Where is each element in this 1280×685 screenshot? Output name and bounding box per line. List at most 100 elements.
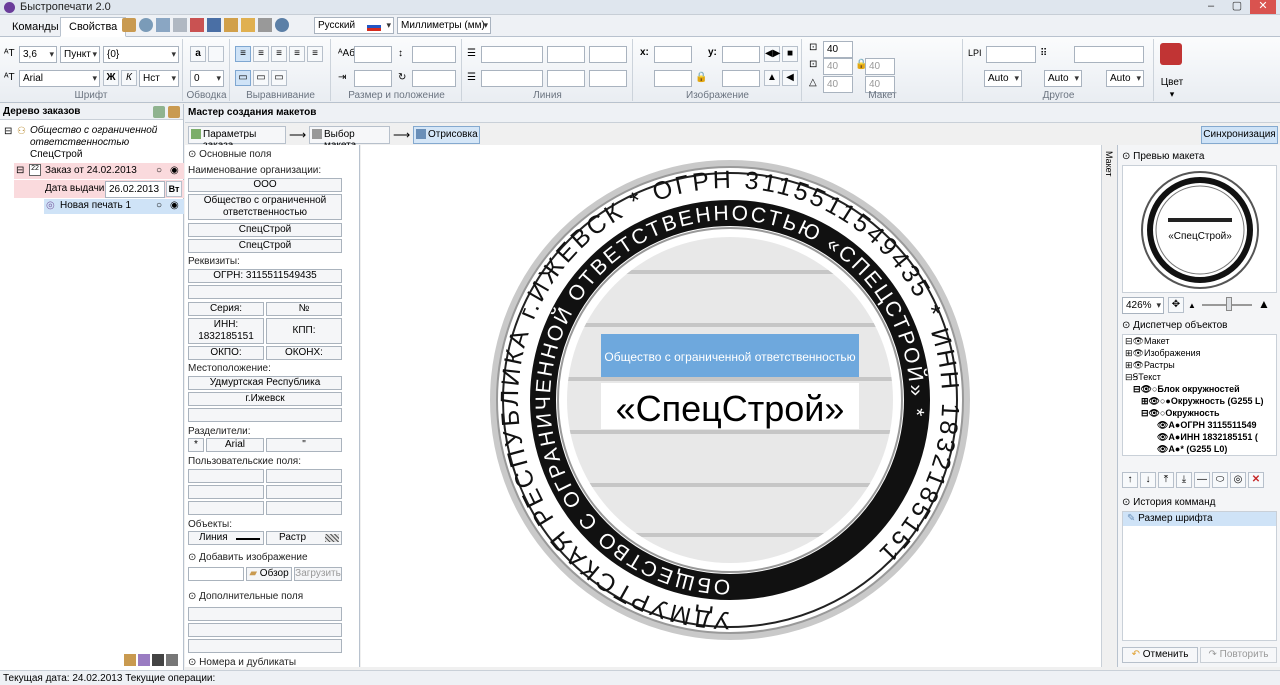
separator-font-field[interactable]: Arial [206,438,264,452]
tree-refresh-icon[interactable] [153,106,165,118]
tree-tool-tools-icon[interactable] [152,654,164,666]
person-icon[interactable] [224,18,238,32]
maximize-button[interactable]: ▢ [1224,0,1250,14]
auto-select-2[interactable]: Auto [1044,70,1082,87]
okpo-field[interactable]: ОКПО: [188,346,264,360]
stamp-center-small-text[interactable]: Общество с ограниченной ответственностью [604,350,855,364]
object-separator[interactable]: 👁A●* (G255 L0) [1157,444,1227,455]
line-style-input[interactable] [481,46,543,63]
stamp-radio-1[interactable]: ○ [156,200,162,211]
empty-req-field[interactable] [188,285,342,299]
object-circle-1[interactable]: ⊞👁○●Окружность (G255 L) [1141,396,1264,407]
zoom-slider-thumb[interactable] [1226,297,1232,311]
history-title[interactable]: ⊙ История комманд [1118,495,1280,510]
user-field-1[interactable] [188,469,264,483]
mail-icon[interactable] [173,18,187,32]
numbers-toggle[interactable]: ⊙ Номера и дубликаты [188,657,296,667]
number-field[interactable]: № [266,302,342,316]
extra-field-2[interactable] [188,623,342,637]
align-justify-button[interactable]: ≡ [289,46,305,62]
object-rasters[interactable]: ⊞👁Растры [1125,360,1175,371]
step-draw[interactable]: Отрисовка [413,126,480,144]
user-field-5[interactable] [188,501,264,515]
stamp-svg[interactable]: УДМУРТСКАЯ РЕСПУБЛИКА г.ИЖЕВСК * ОГРН 31… [361,145,1101,667]
delete-object-button[interactable]: ✕ [1248,472,1264,488]
order-expand-icon[interactable]: ⊟ [16,165,24,176]
name-field-2[interactable]: СпецСтрой [188,239,342,253]
object-layout[interactable]: ⊟👁Макет [1125,336,1169,347]
font-unit-select[interactable]: Пункт [60,46,100,63]
redo-button[interactable]: ↷ Повторить [1200,647,1277,663]
issue-date-input[interactable]: 26.02.2013 [105,181,165,198]
org-short-field[interactable]: ООО [188,178,342,192]
user-field-4[interactable] [266,485,342,499]
history-item[interactable]: ✎ Размер шрифта [1123,512,1276,526]
align-fill-button[interactable]: ≡ [307,46,323,62]
location-field-3[interactable] [188,408,342,422]
image-x-input[interactable] [654,46,692,63]
font-family-select[interactable]: Arial [19,70,100,87]
move-up-button[interactable]: ↑ [1122,472,1138,488]
minimize-button[interactable]: – [1198,0,1224,14]
delete-icon[interactable] [190,18,204,32]
raster-input[interactable] [1074,46,1144,63]
layout-side-tab[interactable]: Макет [1104,151,1114,176]
line-spacing-input[interactable] [412,46,456,63]
order-row[interactable]: ⊟ 22 Заказ от 24.02.2013 ○ ◉ [14,163,184,179]
flip-horizontal-button[interactable]: ◀▶ [764,46,780,62]
series-field[interactable]: Серия: [188,302,264,316]
stamp-label[interactable]: Новая печать 1 [60,200,131,211]
image-y-input[interactable] [722,46,760,63]
zoom-out-icon[interactable]: ▲ [1188,301,1196,310]
zoom-select[interactable]: 426% [1122,297,1164,314]
image-height-input[interactable] [722,70,760,87]
zoom-in-icon[interactable]: ▲ [1258,297,1270,311]
font-size-input[interactable]: 3,6 [19,46,57,63]
language-select[interactable]: Русский [314,17,394,34]
user-field-6[interactable] [266,501,342,515]
layout-diameter-input[interactable]: 40 [823,41,853,58]
line-offset-input[interactable] [547,70,585,87]
layout-width-input[interactable]: 40 [823,58,853,75]
raster-object-button[interactable]: Растр [266,531,342,545]
object-text[interactable]: ⊟ꞨТекст [1125,372,1161,383]
extra-fields-toggle[interactable]: ⊙ Дополнительные поля [188,591,303,602]
undo-button[interactable]: ↶ Отменить [1122,647,1198,663]
order-radio-2[interactable]: ◉ [170,165,179,176]
undo-icon[interactable] [241,18,255,32]
preview-title[interactable]: ⊙ Превью макета [1118,149,1280,164]
units-select[interactable]: Миллиметры (мм) [397,17,491,34]
image-width-input[interactable] [654,70,692,87]
upload-button[interactable]: Загрузить [294,567,342,581]
design-canvas[interactable]: УДМУРТСКАЯ РЕСПУБЛИКА г.ИЖЕВСК * ОГРН 31… [361,145,1101,667]
main-fields-toggle[interactable]: ⊙ Основные поля [188,149,271,160]
rotate-input[interactable] [412,70,456,87]
kpp-field[interactable]: КПП: 181521515 [266,318,342,344]
indent-input[interactable] [354,70,392,87]
globe-icon[interactable] [139,18,153,32]
valign-top-button[interactable]: ▭ [235,70,251,86]
object-circle-block[interactable]: ⊟👁○Блок окружностей [1133,384,1240,395]
color-icon[interactable] [1160,43,1182,65]
org-full-field[interactable]: Общество с ограниченной ответственностью [188,194,342,220]
line-gap-input[interactable] [589,70,627,87]
dispatcher-title[interactable]: ⊙ Диспетчер объектов [1118,318,1280,333]
auto-select-1[interactable]: Auto [984,70,1022,87]
close-button[interactable]: ✕ [1250,0,1276,14]
align-image-button[interactable]: ◀ [782,70,798,86]
tree-user-icon[interactable] [168,106,180,118]
order-radio-1[interactable]: ○ [156,165,162,176]
separator-2-field[interactable]: " [266,438,342,452]
separator-1-field[interactable]: * [188,438,204,452]
redo-icon[interactable] [258,18,272,32]
ogrn-field[interactable]: ОГРН: 3115511549435 [188,269,342,283]
color-dropdown-icon[interactable]: ▾ [1155,89,1189,100]
object-circle-2[interactable]: ⊟👁○Окружность [1141,408,1220,419]
valign-bottom-button[interactable]: ▭ [271,70,287,86]
tree-tool-search-icon[interactable] [166,654,178,666]
object-images[interactable]: ⊞👁Изображения [1125,348,1201,359]
lpi-input[interactable] [986,46,1036,63]
outline-width-input[interactable]: 0 [190,70,224,87]
inn-field[interactable]: ИНН: 1832185151 [188,318,264,344]
mirror-button[interactable]: ▲ [764,70,780,86]
